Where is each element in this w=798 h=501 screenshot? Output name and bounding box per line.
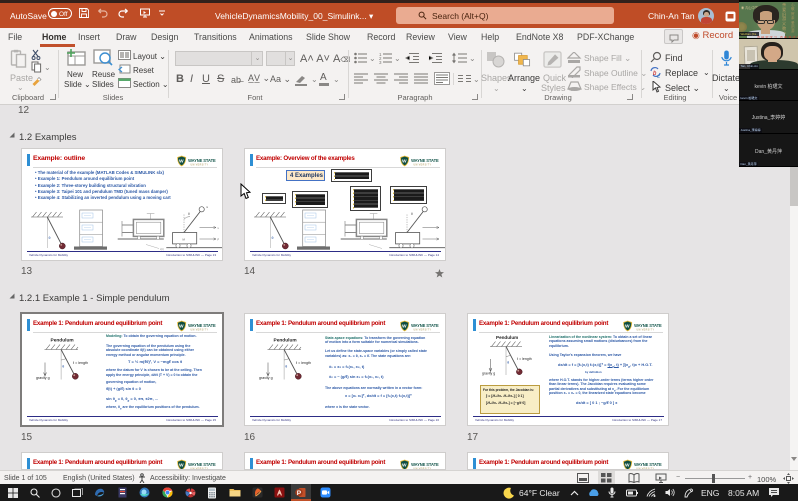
svg-text:x: x bbox=[218, 227, 220, 230]
svg-text:θ: θ bbox=[507, 361, 509, 365]
svg-text:c: c bbox=[657, 74, 660, 78]
svg-text:m: m bbox=[206, 206, 208, 209]
svg-text:gravity g: gravity g bbox=[36, 376, 50, 380]
svg-text:F: F bbox=[218, 238, 220, 242]
svg-text:WAYNE STATE: WAYNE STATE bbox=[634, 322, 662, 327]
svg-text:WAYNE STATE: WAYNE STATE bbox=[411, 322, 439, 327]
svg-text:θ: θ bbox=[285, 365, 287, 369]
svg-text:Pendulum: Pendulum bbox=[274, 338, 297, 344]
svg-text:gravity g: gravity g bbox=[259, 376, 273, 380]
svg-text:WAYNE STATE: WAYNE STATE bbox=[634, 461, 662, 466]
svg-text:WAYNE STATE: WAYNE STATE bbox=[411, 461, 439, 466]
svg-text:W: W bbox=[402, 323, 407, 329]
svg-text:WAYNE STATE: WAYNE STATE bbox=[188, 461, 216, 466]
svg-text:θ: θ bbox=[411, 212, 413, 216]
svg-text:UNIVERSITY: UNIVERSITY bbox=[190, 329, 208, 331]
svg-text:ℓ = length: ℓ = length bbox=[73, 361, 88, 365]
svg-text:θ: θ bbox=[49, 236, 51, 240]
svg-text:gravity g: gravity g bbox=[482, 372, 495, 376]
svg-text:ℓ = length: ℓ = length bbox=[517, 357, 532, 361]
svg-text:θ: θ bbox=[62, 365, 64, 369]
svg-text:3: 3 bbox=[379, 60, 382, 64]
svg-text:Pendulum: Pendulum bbox=[51, 338, 74, 344]
svg-text:θ: θ bbox=[272, 236, 274, 240]
svg-text:θ: θ bbox=[188, 212, 190, 216]
svg-text:WAYNE STATE: WAYNE STATE bbox=[188, 322, 216, 327]
svg-text:ℓ = length: ℓ = length bbox=[296, 361, 311, 365]
svg-text:W: W bbox=[625, 462, 630, 468]
svg-text:UNIVERSITY: UNIVERSITY bbox=[636, 329, 654, 331]
svg-text:Pendulum: Pendulum bbox=[496, 335, 518, 340]
svg-text:W: W bbox=[179, 462, 184, 468]
svg-text:W: W bbox=[179, 323, 184, 329]
svg-text:P: P bbox=[297, 490, 302, 497]
svg-text:W: W bbox=[625, 323, 630, 329]
svg-text:UNIVERSITY: UNIVERSITY bbox=[413, 329, 431, 331]
svg-text:W: W bbox=[402, 462, 407, 468]
